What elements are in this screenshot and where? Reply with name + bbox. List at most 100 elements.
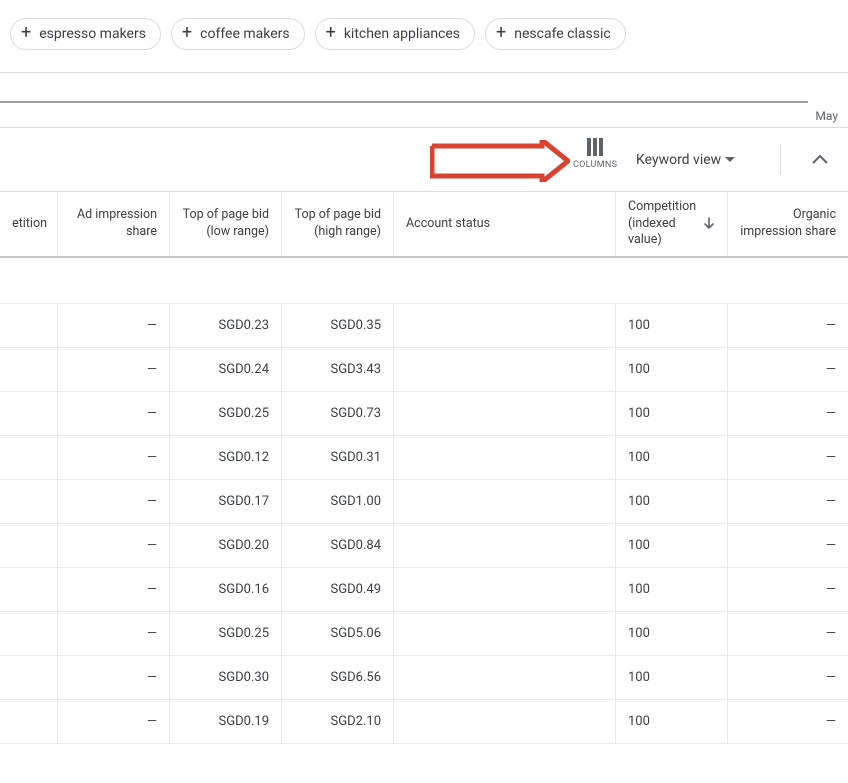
cell-competition — [0, 304, 58, 347]
cell-account-status — [394, 568, 616, 611]
col-label: Organic impression share — [740, 207, 836, 241]
col-account-status[interactable]: Account status — [394, 192, 616, 256]
col-competition[interactable]: etition — [0, 192, 58, 256]
cell-top-bid-high: SGD0.31 — [282, 436, 394, 479]
col-competition-indexed[interactable]: Competition (indexed value) — [616, 192, 728, 256]
cell-competition-indexed: 100 — [616, 700, 728, 743]
dropdown-label: Keyword view — [636, 152, 721, 168]
cell-organic-impression-share: — — [728, 700, 848, 743]
cell-top-bid-high: SGD6.56 — [282, 656, 394, 699]
table-row[interactable]: — SGD0.16 SGD0.49 100 — — [0, 568, 848, 612]
table-row[interactable]: — SGD0.19 SGD2.10 100 — — [0, 700, 848, 744]
cell-top-bid-low: SGD0.23 — [170, 304, 282, 347]
cell-account-status — [394, 524, 616, 567]
table-row[interactable]: — SGD0.12 SGD0.31 100 — — [0, 436, 848, 480]
columns-button[interactable]: COLUMNS — [573, 136, 617, 170]
cell-competition-indexed: 100 — [616, 304, 728, 347]
cell-organic-impression-share: — — [728, 304, 848, 347]
table-row[interactable]: — SGD0.25 SGD5.06 100 — — [0, 612, 848, 656]
cell-account-status — [394, 348, 616, 391]
columns-button-label: COLUMNS — [573, 160, 617, 170]
plus-icon: + — [326, 24, 336, 42]
cell-organic-impression-share: — — [728, 524, 848, 567]
cell-competition-indexed: 100 — [616, 348, 728, 391]
cell-organic-impression-share: — — [728, 348, 848, 391]
cell-ad-impression-share: — — [58, 568, 170, 611]
divider — [780, 144, 781, 175]
cell-top-bid-high: SGD0.84 — [282, 524, 394, 567]
col-organic-impression-share[interactable]: Organic impression share — [728, 192, 848, 256]
cell-competition-indexed: 100 — [616, 568, 728, 611]
cell-ad-impression-share: — — [58, 392, 170, 435]
cell-top-bid-low: SGD0.12 — [170, 436, 282, 479]
table-row[interactable]: — SGD0.30 SGD6.56 100 — — [0, 656, 848, 700]
cell-top-bid-low: SGD0.25 — [170, 392, 282, 435]
chip-label: kitchen appliances — [344, 26, 460, 42]
plus-icon: + — [21, 24, 31, 42]
timeline-end-label: May — [815, 109, 838, 123]
cell-account-status — [394, 304, 616, 347]
cell-competition — [0, 524, 58, 567]
chevron-up-icon — [812, 155, 828, 165]
annotation-arrow — [430, 140, 570, 182]
col-top-bid-high[interactable]: Top of page bid (high range) — [282, 192, 394, 256]
cell-competition-indexed: 100 — [616, 436, 728, 479]
cell-competition-indexed: 100 — [616, 392, 728, 435]
cell-account-status — [394, 612, 616, 655]
chip-espresso-makers[interactable]: + espresso makers — [10, 18, 161, 50]
col-label: etition — [12, 216, 47, 233]
table-toolbar: COLUMNS Keyword view — [0, 128, 848, 192]
cell-competition — [0, 348, 58, 391]
col-label: Top of page bid (low range) — [182, 207, 269, 241]
cell-top-bid-low: SGD0.25 — [170, 612, 282, 655]
cell-top-bid-low: SGD0.19 — [170, 700, 282, 743]
chip-label: espresso makers — [39, 26, 146, 42]
cell-competition — [0, 480, 58, 523]
col-label: Top of page bid (high range) — [294, 207, 381, 241]
collapse-button[interactable] — [800, 128, 840, 191]
cell-ad-impression-share: — — [58, 304, 170, 347]
plus-icon: + — [496, 24, 506, 42]
table-row[interactable]: — SGD0.17 SGD1.00 100 — — [0, 480, 848, 524]
keyword-table: etition Ad impression share Top of page … — [0, 192, 848, 744]
cell-organic-impression-share: — — [728, 612, 848, 655]
col-ad-impression-share[interactable]: Ad impression share — [58, 192, 170, 256]
cell-top-bid-low: SGD0.16 — [170, 568, 282, 611]
cell-organic-impression-share: — — [728, 392, 848, 435]
cell-top-bid-low: SGD0.17 — [170, 480, 282, 523]
cell-top-bid-high: SGD0.73 — [282, 392, 394, 435]
plus-icon: + — [182, 24, 192, 42]
table-row[interactable]: — SGD0.20 SGD0.84 100 — — [0, 524, 848, 568]
col-label: Account status — [406, 216, 490, 233]
cell-ad-impression-share: — — [58, 656, 170, 699]
chevron-down-icon — [725, 157, 735, 162]
col-label: Ad impression share — [70, 207, 157, 241]
cell-competition-indexed: 100 — [616, 656, 728, 699]
columns-icon — [587, 138, 603, 156]
keyword-view-dropdown[interactable]: Keyword view — [636, 128, 735, 191]
cell-competition — [0, 436, 58, 479]
col-top-bid-low[interactable]: Top of page bid (low range) — [170, 192, 282, 256]
cell-account-status — [394, 436, 616, 479]
cell-competition — [0, 700, 58, 743]
suggestion-chips-row: + espresso makers + coffee makers + kitc… — [0, 0, 848, 73]
cell-account-status — [394, 656, 616, 699]
chip-nescafe-classic[interactable]: + nescafe classic — [485, 18, 626, 50]
chip-coffee-makers[interactable]: + coffee makers — [171, 18, 305, 50]
chip-kitchen-appliances[interactable]: + kitchen appliances — [315, 18, 475, 50]
table-row[interactable]: — SGD0.25 SGD0.73 100 — — [0, 392, 848, 436]
cell-organic-impression-share: — — [728, 480, 848, 523]
table-row[interactable]: — SGD0.23 SGD0.35 100 — — [0, 304, 848, 348]
cell-top-bid-low: SGD0.24 — [170, 348, 282, 391]
timeline-axis — [0, 101, 808, 103]
cell-top-bid-high: SGD1.00 — [282, 480, 394, 523]
table-row[interactable]: — SGD0.24 SGD3.43 100 — — [0, 348, 848, 392]
cell-ad-impression-share: — — [58, 436, 170, 479]
cell-top-bid-high: SGD0.49 — [282, 568, 394, 611]
cell-top-bid-low: SGD0.30 — [170, 656, 282, 699]
summary-row — [0, 258, 848, 304]
cell-ad-impression-share: — — [58, 480, 170, 523]
cell-competition-indexed: 100 — [616, 480, 728, 523]
cell-top-bid-high: SGD2.10 — [282, 700, 394, 743]
col-label: Competition (indexed value) — [628, 199, 697, 250]
